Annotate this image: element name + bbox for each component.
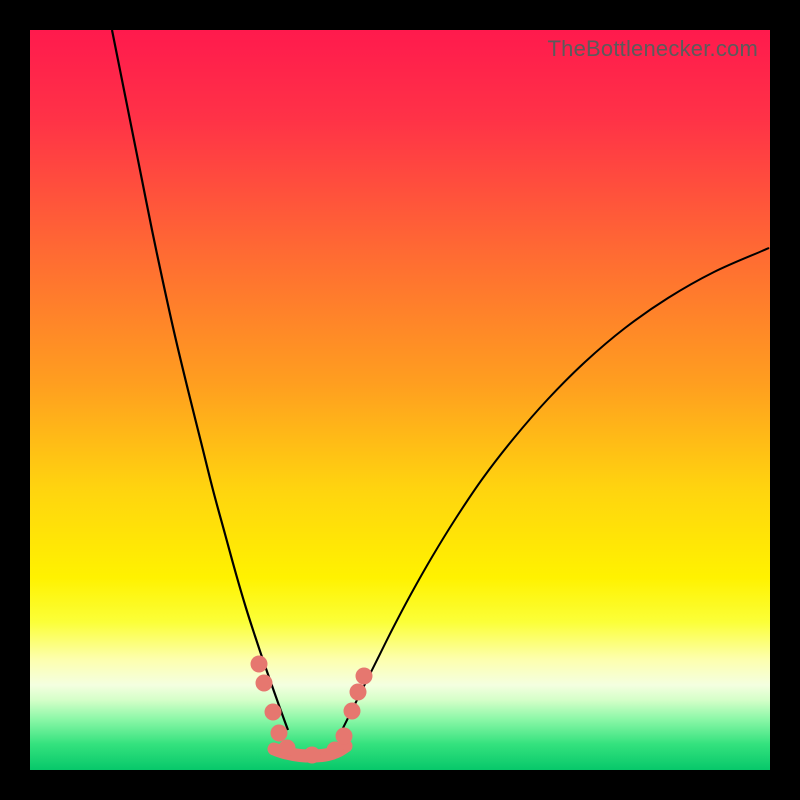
- series-right-curve: [342, 248, 769, 730]
- plot-area: TheBottlenecker.com: [30, 30, 770, 770]
- series-left-curve: [112, 30, 288, 730]
- data-marker: [251, 656, 268, 673]
- data-marker: [279, 740, 296, 757]
- data-marker: [350, 684, 367, 701]
- data-marker: [265, 704, 282, 721]
- watermark-text: TheBottlenecker.com: [548, 36, 758, 62]
- data-marker: [256, 675, 273, 692]
- chart-frame: TheBottlenecker.com: [0, 0, 800, 800]
- data-marker: [344, 703, 361, 720]
- data-marker: [336, 728, 353, 745]
- data-marker: [356, 668, 373, 685]
- data-marker: [304, 747, 321, 764]
- chart-curves: [30, 30, 770, 770]
- data-marker: [271, 725, 288, 742]
- data-marker: [327, 742, 344, 759]
